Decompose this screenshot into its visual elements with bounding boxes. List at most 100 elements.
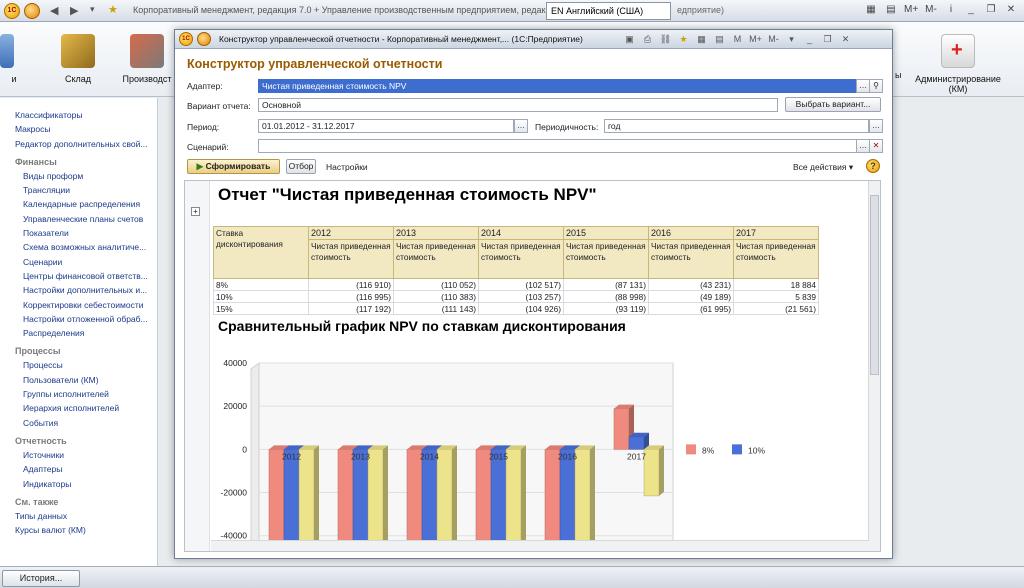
zoom-in-icon[interactable]: M+ bbox=[904, 3, 918, 17]
sidebar-item[interactable]: События bbox=[0, 416, 157, 430]
language-indicator[interactable]: EN Английский (США) bbox=[546, 2, 671, 20]
vertical-scrollbar[interactable] bbox=[868, 181, 880, 551]
expand-group-icon[interactable]: + bbox=[191, 207, 200, 216]
scenario-field[interactable] bbox=[258, 139, 857, 153]
section-production[interactable]: Производст bbox=[120, 22, 174, 84]
scroll-thumb[interactable] bbox=[870, 195, 879, 375]
sidebar-item-property-editor[interactable]: Редактор дополнительных свой... bbox=[0, 137, 157, 151]
x-category-label: 2015 bbox=[489, 451, 508, 461]
x-category-label: 2012 bbox=[282, 451, 301, 461]
sidebar-item-macros[interactable]: Макросы bbox=[0, 122, 157, 136]
close-icon[interactable]: ✕ bbox=[839, 33, 852, 46]
star-icon[interactable]: ★ bbox=[677, 33, 690, 46]
zoom-in-icon[interactable]: M+ bbox=[749, 33, 762, 46]
memory-m-icon[interactable]: M bbox=[731, 33, 744, 46]
sidebar-item[interactable]: Центры финансовой ответств... bbox=[0, 269, 157, 283]
settings-button[interactable]: Настройки bbox=[326, 162, 368, 172]
dropdown-icon[interactable]: ▾ bbox=[785, 33, 798, 46]
chart-bar bbox=[352, 449, 369, 542]
sidebar-item[interactable]: Источники bbox=[0, 448, 157, 462]
sidebar-item[interactable]: Индикаторы bbox=[0, 477, 157, 491]
sidebar-item[interactable]: Группы исполнителей bbox=[0, 387, 157, 401]
main-menu-icon[interactable] bbox=[24, 3, 40, 19]
horizontal-scrollbar[interactable] bbox=[211, 540, 869, 551]
sidebar-item[interactable]: Календарные распределения bbox=[0, 197, 157, 211]
restore-icon[interactable]: ❐ bbox=[984, 3, 998, 17]
sidebar-item[interactable]: Адаптеры bbox=[0, 462, 157, 476]
all-actions-menu[interactable]: Все действия ▾ bbox=[793, 162, 853, 173]
sidebar-item[interactable]: Типы данных bbox=[0, 509, 157, 523]
sidebar-item[interactable]: Трансляции bbox=[0, 183, 157, 197]
sidebar-group-finance: Финансы bbox=[15, 156, 57, 167]
report-title: Отчет "Чистая приведенная стоимость NPV" bbox=[218, 185, 597, 204]
variant-field[interactable]: Основной bbox=[258, 98, 778, 112]
restore-icon[interactable]: ❐ bbox=[821, 33, 834, 46]
sidebar-item[interactable]: Корректировки себестоимости bbox=[0, 298, 157, 312]
dialog-logo-icon[interactable]: 1C bbox=[179, 32, 193, 46]
chart-bar-side bbox=[521, 445, 526, 542]
value-cell: (103 257) bbox=[478, 290, 564, 303]
adapter-choose-button[interactable]: … bbox=[856, 79, 870, 93]
play-icon: ▶ bbox=[196, 161, 206, 171]
history-dropdown-icon[interactable]: ▾ bbox=[90, 4, 95, 15]
section-warehouse[interactable]: Склад bbox=[56, 22, 100, 84]
chart-bar-side bbox=[452, 445, 457, 542]
save-icon[interactable]: ▣ bbox=[623, 33, 636, 46]
calculator-icon[interactable]: ▦ bbox=[695, 33, 708, 46]
adapter-field[interactable]: Чистая приведенная стоимость NPV bbox=[258, 79, 857, 93]
period-choose-button[interactable]: … bbox=[514, 119, 528, 133]
info-icon[interactable]: i bbox=[944, 3, 958, 17]
calendar-icon[interactable]: ▤ bbox=[884, 3, 898, 17]
npv-subheader: Чистая приведенная стоимость bbox=[308, 239, 394, 279]
forward-arrow-icon[interactable]: ▶ bbox=[70, 4, 78, 17]
chart-bar bbox=[490, 449, 507, 542]
y-tick-label: 40000 bbox=[223, 358, 247, 368]
calendar-icon[interactable]: ▤ bbox=[713, 33, 726, 46]
chart-bar bbox=[367, 449, 384, 542]
section-label: Производст bbox=[122, 74, 172, 84]
back-arrow-icon[interactable]: ◀ bbox=[50, 4, 58, 17]
period-field[interactable]: 01.01.2012 - 31.12.2017 bbox=[258, 119, 514, 133]
sidebar-item[interactable]: Сценарии bbox=[0, 255, 157, 269]
zoom-out-icon[interactable]: M- bbox=[924, 3, 938, 17]
generate-report-button[interactable]: ▶ Сформировать bbox=[187, 159, 280, 174]
minimize-icon[interactable]: _ bbox=[803, 33, 816, 46]
sidebar-item[interactable]: Схема возможных аналитиче... bbox=[0, 240, 157, 254]
help-icon[interactable]: ? bbox=[866, 159, 880, 173]
filter-button[interactable]: Отбор bbox=[286, 159, 316, 174]
section-administration[interactable]: + Администрирование (КМ) bbox=[912, 22, 1004, 94]
close-icon[interactable]: ✕ bbox=[1004, 3, 1018, 17]
calculator-icon[interactable]: ▦ bbox=[864, 3, 878, 17]
sidebar-item[interactable]: Пользователи (КМ) bbox=[0, 373, 157, 387]
section-partial[interactable]: и bbox=[0, 22, 28, 84]
favorites-star-icon[interactable]: ★ bbox=[108, 3, 118, 16]
value-cell: (49 189) bbox=[648, 290, 734, 303]
link-icon[interactable]: ⛓ bbox=[659, 33, 672, 46]
periodicity-choose-button[interactable]: … bbox=[869, 119, 883, 133]
minimize-icon[interactable]: _ bbox=[964, 3, 978, 17]
sidebar-item[interactable]: Управленческие планы счетов bbox=[0, 212, 157, 226]
sidebar-item-classifiers[interactable]: Классификаторы bbox=[0, 108, 157, 122]
search-icon[interactable]: ⚲ bbox=[869, 79, 883, 93]
periodicity-field[interactable]: год bbox=[604, 119, 869, 133]
dialog-menu-icon[interactable] bbox=[197, 32, 211, 46]
sidebar-item[interactable]: Настройки отложенной обраб... bbox=[0, 312, 157, 326]
year-header: 2015 bbox=[563, 225, 649, 241]
sidebar-item[interactable]: Показатели bbox=[0, 226, 157, 240]
sidebar-item[interactable]: Иерархия исполнителей bbox=[0, 401, 157, 415]
app-logo-icon[interactable]: 1C bbox=[4, 3, 20, 19]
sidebar-item[interactable]: Процессы bbox=[0, 358, 157, 372]
clear-icon[interactable]: ✕ bbox=[869, 139, 883, 153]
zoom-out-icon[interactable]: M- bbox=[767, 33, 780, 46]
print-icon[interactable]: ⎙ bbox=[641, 33, 654, 46]
rate-cell: 10% bbox=[213, 290, 309, 303]
sidebar-item[interactable]: Курсы валют (КМ) bbox=[0, 523, 157, 537]
choose-variant-button[interactable]: Выбрать вариант... bbox=[785, 97, 881, 112]
chart-bar-side bbox=[590, 445, 595, 542]
sidebar-item[interactable]: Распределения bbox=[0, 326, 157, 340]
history-button[interactable]: История... bbox=[2, 570, 80, 587]
value-cell: (93 119) bbox=[563, 302, 649, 315]
scenario-choose-button[interactable]: … bbox=[856, 139, 870, 153]
sidebar-item[interactable]: Настройки дополнительных и... bbox=[0, 283, 157, 297]
sidebar-item[interactable]: Виды проформ bbox=[0, 169, 157, 183]
